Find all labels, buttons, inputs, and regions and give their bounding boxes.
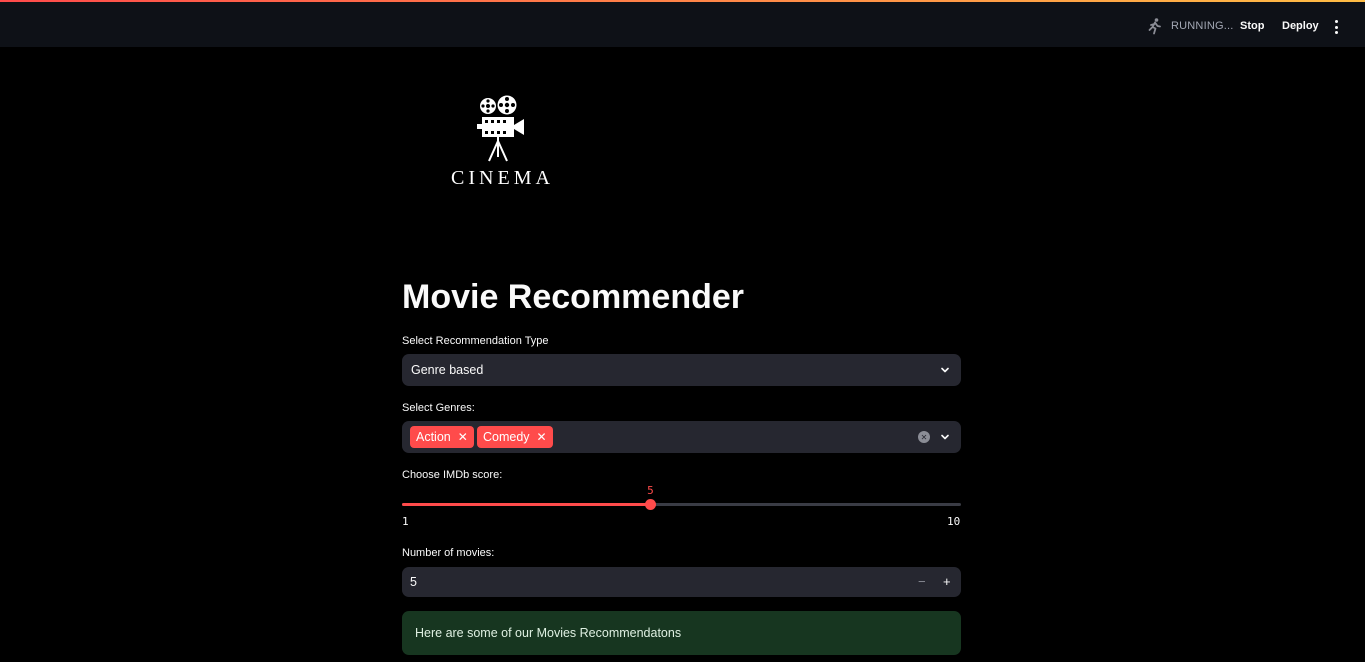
genre-tag-action[interactable]: Action ✕ [410, 426, 474, 448]
cinema-logo: CINEMA [430, 92, 575, 197]
genre-tag-comedy[interactable]: Comedy ✕ [477, 426, 553, 448]
recommendation-type-select[interactable]: Genre based [402, 354, 961, 386]
genre-tag-label: Action [416, 430, 451, 444]
kebab-menu-icon[interactable] [1331, 20, 1341, 34]
decrement-button[interactable]: − [918, 574, 926, 589]
imdb-score-slider[interactable]: 5 [402, 484, 961, 510]
imdb-score-label: Choose IMDb score: [402, 469, 503, 481]
running-status: RUNNING... [1146, 17, 1234, 35]
success-message: Here are some of our Movies Recommendato… [415, 626, 682, 640]
remove-tag-icon[interactable]: ✕ [537, 431, 547, 443]
app-header: RUNNING... Stop Deploy [0, 2, 1365, 47]
deploy-button[interactable]: Deploy [1282, 20, 1319, 32]
genre-tag-label: Comedy [483, 430, 530, 444]
page-title: Movie Recommender [402, 278, 744, 316]
slider-max-label: 10 [947, 515, 961, 528]
chevron-down-icon[interactable] [941, 433, 949, 441]
increment-button[interactable]: + [943, 574, 951, 589]
running-man-icon [1148, 18, 1161, 35]
recommendation-type-value: Genre based [411, 363, 484, 377]
slider-thumb[interactable] [645, 499, 657, 510]
slider-min-label: 1 [402, 515, 409, 528]
stop-button[interactable]: Stop [1240, 20, 1264, 32]
num-movies-value[interactable]: 5 [410, 575, 417, 589]
slider-fill [402, 503, 651, 506]
recommendation-type-label: Select Recommendation Type [402, 335, 549, 347]
status-text: RUNNING... [1171, 20, 1234, 32]
num-movies-label: Number of movies: [402, 547, 495, 559]
success-alert: Here are some of our Movies Recommendato… [402, 611, 961, 655]
chevron-down-icon[interactable] [941, 366, 949, 374]
num-movies-input[interactable]: 5 − + [402, 567, 961, 597]
genres-multiselect[interactable]: Action ✕ Comedy ✕ ✕ [402, 421, 961, 453]
logo-text: CINEMA [451, 167, 554, 189]
clear-all-icon[interactable]: ✕ [918, 431, 930, 443]
slider-value: 5 [647, 484, 654, 497]
film-camera-icon [477, 95, 524, 162]
genres-label: Select Genres: [402, 402, 475, 414]
remove-tag-icon[interactable]: ✕ [458, 431, 468, 443]
